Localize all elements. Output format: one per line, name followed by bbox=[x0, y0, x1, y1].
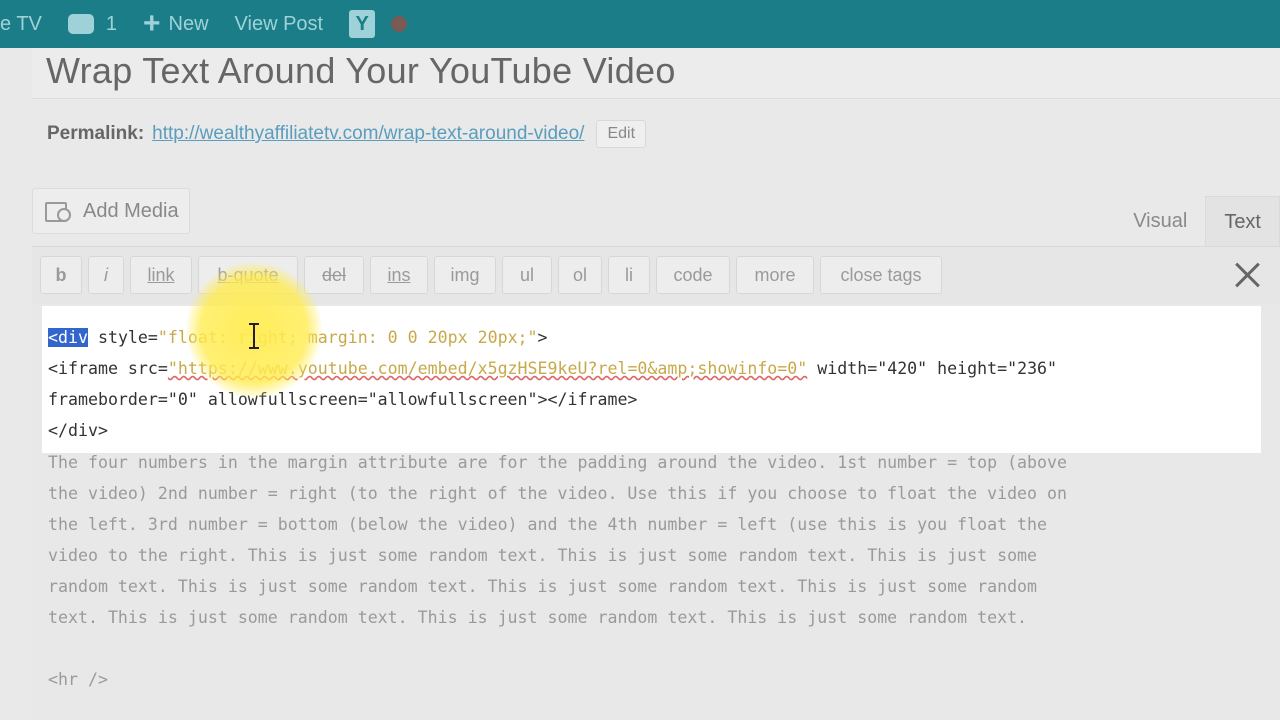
permalink-row: Permalink: http://wealthyaffiliatetv.com… bbox=[47, 120, 647, 148]
code-style-value: "float: right; margin: 0 0 20px 20px;" bbox=[157, 328, 538, 347]
body-text-line: random text. This is just some random te… bbox=[48, 577, 1038, 596]
hr-tag-line: <hr /> bbox=[48, 670, 108, 689]
add-media-button[interactable]: Add Media bbox=[32, 188, 190, 234]
qt-ins-button[interactable]: ins bbox=[370, 256, 428, 294]
code-line-3: frameborder="0" allowfullscreen="allowfu… bbox=[48, 390, 638, 409]
qt-bold-button[interactable]: b bbox=[40, 256, 82, 294]
qt-li-button[interactable]: li bbox=[608, 256, 650, 294]
comments-count: 1 bbox=[105, 12, 117, 35]
notification-dot-icon bbox=[391, 16, 408, 32]
permalink-url[interactable]: http://wealthyaffiliatetv.com/wrap-text-… bbox=[152, 123, 584, 145]
code-style-attr: style= bbox=[87, 328, 158, 347]
new-label: New bbox=[168, 12, 209, 35]
code-iframe-size: width="420" height="236" bbox=[807, 359, 1058, 378]
qt-italic-button[interactable]: i bbox=[88, 256, 124, 294]
body-text-line: the video) 2nd number = right (to the ri… bbox=[48, 484, 1068, 503]
site-name-link[interactable]: e TV bbox=[0, 13, 42, 36]
text-cursor-icon bbox=[249, 323, 259, 349]
tab-text[interactable]: Text bbox=[1205, 196, 1280, 247]
plus-icon: + bbox=[143, 7, 161, 40]
body-text-line: the left. 3rd number = bottom (below the… bbox=[48, 515, 1048, 534]
admin-bar: e TV 1 + New View Post Y bbox=[0, 0, 1280, 48]
add-media-label: Add Media bbox=[83, 199, 179, 222]
qt-img-button[interactable]: img bbox=[434, 256, 496, 294]
code-line1-end: > bbox=[537, 328, 548, 347]
view-post-link[interactable]: View Post bbox=[235, 13, 324, 36]
tab-visual[interactable]: Visual bbox=[1115, 196, 1205, 246]
qt-blockquote-button[interactable]: b-quote bbox=[198, 256, 298, 294]
media-icon bbox=[45, 200, 71, 222]
qt-more-button[interactable]: more bbox=[736, 256, 814, 294]
body-text-line: text. This is just some random text. Thi… bbox=[48, 608, 1028, 627]
comments-link[interactable]: 1 bbox=[67, 12, 117, 36]
comment-bubble-icon bbox=[67, 14, 94, 34]
body-text-line: video to the right. This is just some ra… bbox=[48, 546, 1038, 565]
qt-ol-button[interactable]: ol bbox=[558, 256, 602, 294]
fullscreen-icon[interactable] bbox=[1233, 262, 1263, 288]
qt-ul-button[interactable]: ul bbox=[502, 256, 552, 294]
code-line-2: <iframe src="https://www.youtube.com/emb… bbox=[48, 353, 1057, 384]
code-iframe-start: <iframe src= bbox=[48, 359, 168, 378]
permalink-edit-button[interactable]: Edit bbox=[596, 120, 647, 148]
new-content-link[interactable]: + New bbox=[143, 9, 209, 39]
permalink-label: Permalink: bbox=[47, 123, 145, 144]
yoast-icon[interactable]: Y bbox=[349, 10, 376, 38]
code-line-1: <div style="float: right; margin: 0 0 20… bbox=[48, 322, 548, 353]
qt-link-button[interactable]: link bbox=[130, 256, 192, 294]
qt-del-button[interactable]: del bbox=[304, 256, 364, 294]
editor-tabs: Visual Text bbox=[1115, 196, 1280, 247]
qt-code-button[interactable]: code bbox=[656, 256, 730, 294]
post-title[interactable]: Wrap Text Around Your YouTube Video bbox=[46, 50, 676, 92]
body-text-line: The four numbers in the margin attribute… bbox=[48, 453, 1068, 472]
code-line-4: </div> bbox=[48, 421, 108, 440]
code-iframe-url: "https://www.youtube.com/embed/x5gzHSE9k… bbox=[167, 359, 808, 378]
code-div-tag: <div bbox=[48, 328, 88, 347]
qt-close-tags-button[interactable]: close tags bbox=[820, 256, 942, 294]
